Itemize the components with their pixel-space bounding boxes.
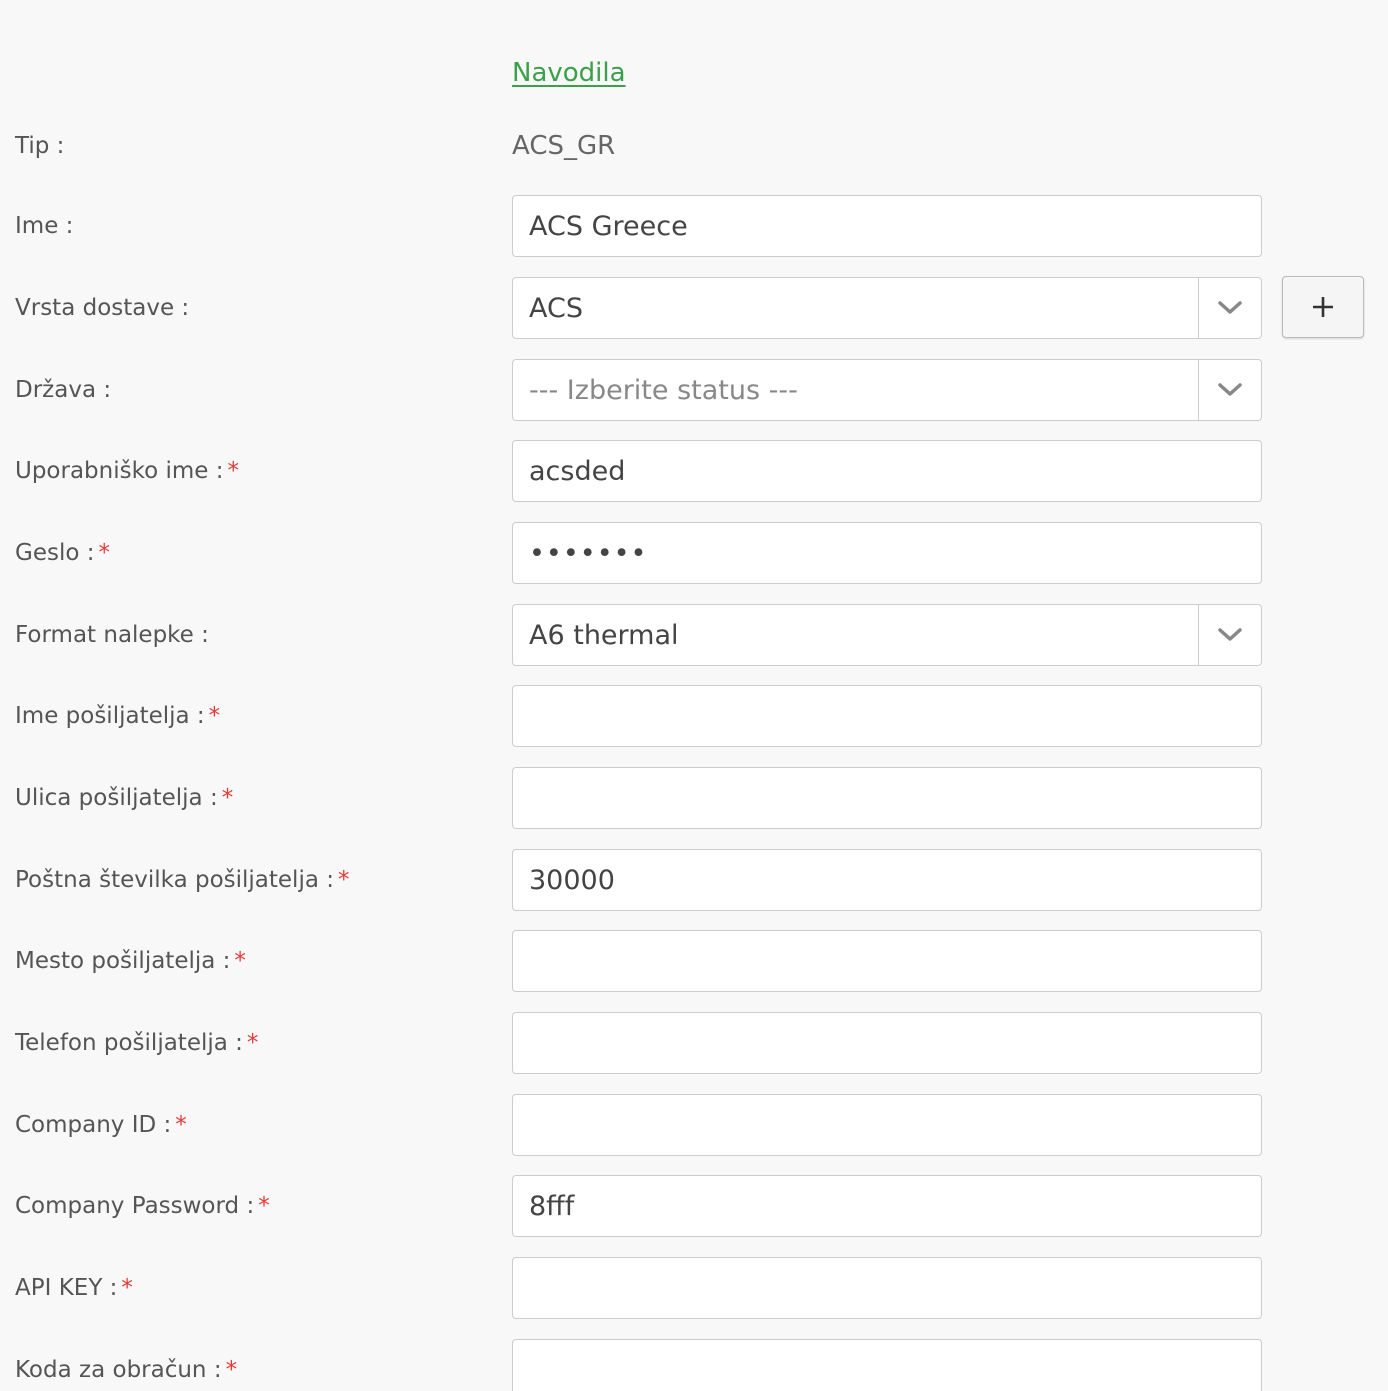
row-delivery-type: Vrsta dostave : ACS	[0, 276, 1388, 339]
add-delivery-type-button[interactable]	[1282, 276, 1364, 338]
row-country: Država : --- Izberite status ---	[0, 359, 1388, 421]
chevron-down-icon	[1198, 278, 1261, 338]
username-input[interactable]	[512, 440, 1262, 502]
row-api-key: API KEY : *	[0, 1257, 1388, 1319]
company-password-input[interactable]	[512, 1175, 1262, 1237]
required-marker: *	[234, 948, 246, 974]
sender-phone-input[interactable]	[512, 1012, 1262, 1074]
row-sender-city: Mesto pošiljatelja : *	[0, 930, 1388, 992]
country-placeholder: --- Izberite status ---	[529, 374, 798, 406]
row-billing-code: Koda za obračun : *	[0, 1339, 1388, 1391]
required-marker: *	[258, 1193, 270, 1219]
name-input[interactable]	[512, 195, 1262, 257]
type-value: ACS_GR	[512, 131, 616, 161]
billing-code-label: Koda za obračun : *	[15, 1357, 238, 1383]
row-company-id: Company ID : *	[0, 1094, 1388, 1156]
row-password: Geslo : * •••••••	[0, 522, 1388, 584]
sender-name-label: Ime pošiljatelja : *	[15, 703, 221, 729]
required-marker: *	[246, 1030, 259, 1056]
company-id-input[interactable]	[512, 1094, 1262, 1156]
label-format-select[interactable]: A6 thermal	[512, 604, 1262, 666]
required-marker: *	[121, 1275, 133, 1301]
label-format-value: A6 thermal	[529, 619, 679, 651]
row-username: Uporabniško ime : *	[0, 440, 1388, 502]
type-label: Tip :	[15, 133, 65, 159]
row-sender-street: Ulica pošiljatelja : *	[0, 767, 1388, 829]
plus-icon	[1313, 297, 1333, 317]
label-format-label: Format nalepke :	[15, 622, 209, 648]
password-input[interactable]: •••••••	[512, 522, 1262, 584]
delivery-type-select[interactable]: ACS	[512, 277, 1262, 339]
sender-postal-label: Poštna številka pošiljatelja : *	[15, 867, 350, 893]
username-label: Uporabniško ime : *	[15, 458, 239, 484]
required-marker: *	[98, 540, 110, 566]
company-id-label: Company ID : *	[15, 1112, 187, 1138]
api-key-label: API KEY : *	[15, 1275, 133, 1301]
sender-city-input[interactable]	[512, 930, 1262, 992]
password-label: Geslo : *	[15, 540, 110, 566]
row-type: Tip : ACS_GR	[0, 115, 1388, 177]
api-key-input[interactable]	[512, 1257, 1262, 1319]
password-mask: •••••••	[529, 537, 648, 569]
required-marker: *	[338, 867, 350, 893]
row-label-format: Format nalepke : A6 thermal	[0, 604, 1388, 666]
row-sender-phone: Telefon pošiljatelja : *	[0, 1012, 1388, 1074]
name-label: Ime :	[15, 213, 74, 239]
chevron-down-icon	[1198, 360, 1261, 420]
required-marker: *	[225, 1357, 238, 1383]
required-marker: *	[175, 1112, 187, 1138]
row-company-password: Company Password : *	[0, 1175, 1388, 1237]
required-marker: *	[208, 703, 221, 729]
delivery-type-label: Vrsta dostave :	[15, 295, 190, 321]
chevron-down-icon	[1198, 605, 1261, 665]
country-label: Država :	[15, 377, 112, 403]
settings-form-page: Navodila Tip : ACS_GR Ime : Vrsta dostav…	[0, 0, 1388, 1391]
delivery-type-value: ACS	[529, 292, 583, 324]
row-sender-postal: Poštna številka pošiljatelja : *	[0, 849, 1388, 911]
sender-street-label: Ulica pošiljatelja : *	[15, 785, 234, 811]
country-select[interactable]: --- Izberite status ---	[512, 359, 1262, 421]
sender-city-label: Mesto pošiljatelja : *	[15, 948, 246, 974]
billing-code-input[interactable]	[512, 1339, 1262, 1391]
sender-phone-label: Telefon pošiljatelja : *	[15, 1030, 259, 1056]
instructions-link[interactable]: Navodila	[512, 58, 626, 88]
sender-name-input[interactable]	[512, 685, 1262, 747]
required-marker: *	[227, 458, 240, 484]
required-marker: *	[221, 785, 234, 811]
sender-postal-input[interactable]	[512, 849, 1262, 911]
row-name: Ime :	[0, 195, 1388, 257]
sender-street-input[interactable]	[512, 767, 1262, 829]
company-password-label: Company Password : *	[15, 1193, 270, 1219]
row-sender-name: Ime pošiljatelja : *	[0, 685, 1388, 747]
